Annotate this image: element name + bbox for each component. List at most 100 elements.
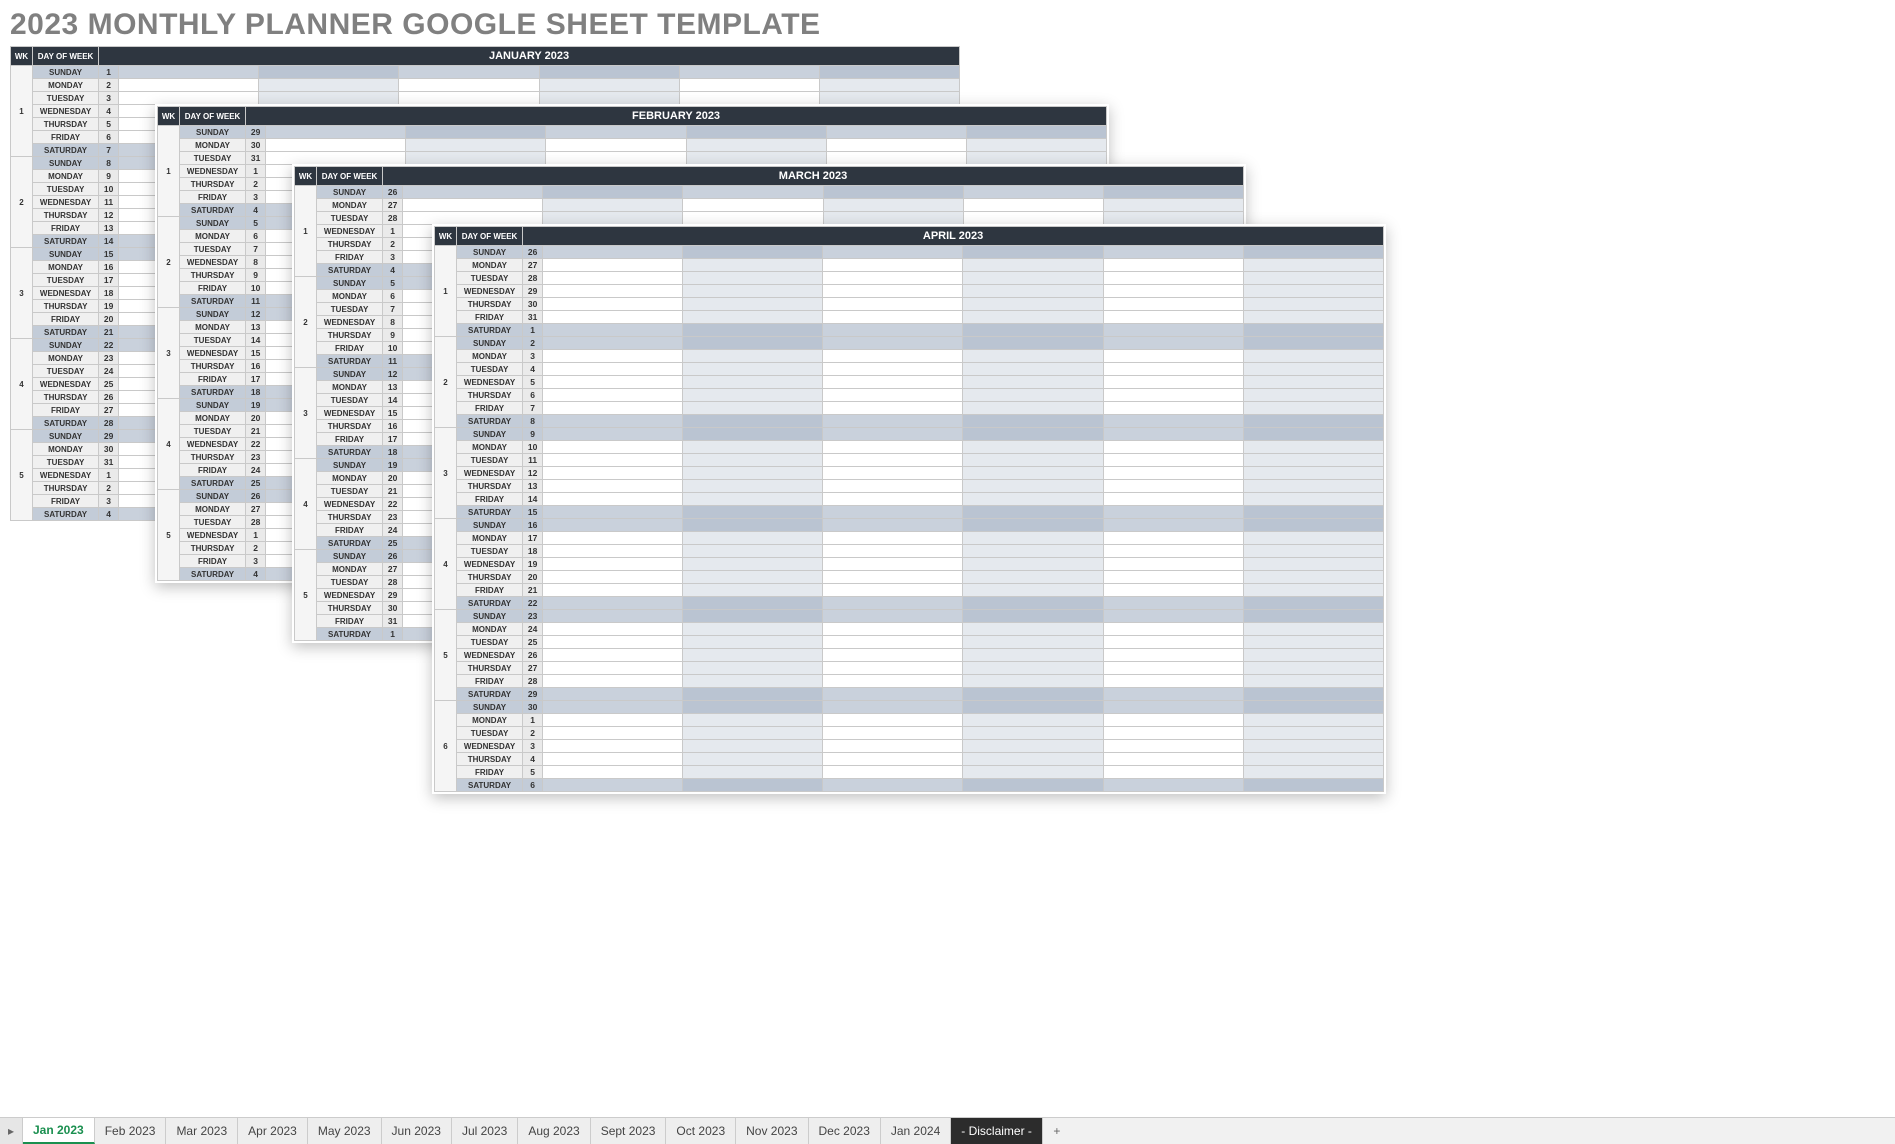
planner-cell[interactable] [963, 298, 1103, 311]
planner-cell[interactable] [1243, 428, 1383, 441]
planner-cell[interactable] [1243, 675, 1383, 688]
planner-cell[interactable] [823, 701, 963, 714]
planner-cell[interactable] [683, 662, 823, 675]
planner-cell[interactable] [543, 186, 683, 199]
planner-cell[interactable] [963, 753, 1103, 766]
planner-cell[interactable] [683, 212, 823, 225]
planner-cell[interactable] [823, 285, 963, 298]
planner-cell[interactable] [686, 152, 826, 165]
planner-cell[interactable] [683, 428, 823, 441]
planner-cell[interactable] [963, 376, 1103, 389]
planner-cell[interactable] [823, 441, 963, 454]
planner-cell[interactable] [543, 199, 683, 212]
sheet-tab[interactable]: Aug 2023 [518, 1118, 590, 1144]
planner-cell[interactable] [823, 389, 963, 402]
planner-cell[interactable] [119, 79, 259, 92]
planner-cell[interactable] [683, 701, 823, 714]
planner-cell[interactable] [963, 610, 1103, 623]
planner-cell[interactable] [543, 597, 683, 610]
planner-cell[interactable] [963, 337, 1103, 350]
planner-cell[interactable] [1103, 597, 1243, 610]
planner-cell[interactable] [963, 324, 1103, 337]
planner-cell[interactable] [683, 402, 823, 415]
planner-cell[interactable] [823, 623, 963, 636]
planner-cell[interactable] [963, 493, 1103, 506]
planner-cell[interactable] [1243, 558, 1383, 571]
planner-cell[interactable] [1243, 376, 1383, 389]
planner-cell[interactable] [826, 152, 966, 165]
planner-cell[interactable] [539, 79, 679, 92]
planner-cell[interactable] [543, 454, 683, 467]
planner-cell[interactable] [543, 402, 683, 415]
planner-cell[interactable] [679, 79, 819, 92]
planner-cell[interactable] [399, 66, 539, 79]
planner-cell[interactable] [543, 558, 683, 571]
planner-cell[interactable] [543, 714, 683, 727]
planner-cell[interactable] [683, 454, 823, 467]
planner-cell[interactable] [683, 389, 823, 402]
planner-cell[interactable] [963, 701, 1103, 714]
planner-cell[interactable] [683, 597, 823, 610]
planner-cell[interactable] [963, 727, 1103, 740]
planner-cell[interactable] [543, 337, 683, 350]
planner-cell[interactable] [259, 92, 399, 105]
planner-cell[interactable] [403, 199, 543, 212]
planner-cell[interactable] [963, 402, 1103, 415]
planner-cell[interactable] [1103, 727, 1243, 740]
planner-cell[interactable] [823, 480, 963, 493]
planner-cell[interactable] [543, 649, 683, 662]
planner-cell[interactable] [963, 212, 1103, 225]
planner-cell[interactable] [823, 714, 963, 727]
planner-cell[interactable] [1103, 766, 1243, 779]
planner-cell[interactable] [963, 649, 1103, 662]
planner-cell[interactable] [1103, 428, 1243, 441]
planner-cell[interactable] [1103, 545, 1243, 558]
planner-cell[interactable] [539, 66, 679, 79]
planner-cell[interactable] [966, 139, 1106, 152]
planner-cell[interactable] [683, 571, 823, 584]
sheet-tab[interactable]: Feb 2023 [95, 1118, 167, 1144]
planner-cell[interactable] [1243, 493, 1383, 506]
planner-cell[interactable] [1103, 337, 1243, 350]
planner-cell[interactable] [1103, 441, 1243, 454]
planner-cell[interactable] [543, 753, 683, 766]
planner-cell[interactable] [683, 480, 823, 493]
planner-cell[interactable] [683, 298, 823, 311]
planner-cell[interactable] [1243, 532, 1383, 545]
planner-cell[interactable] [963, 285, 1103, 298]
planner-cell[interactable] [683, 519, 823, 532]
sheet-tab[interactable]: Nov 2023 [736, 1118, 808, 1144]
planner-cell[interactable] [543, 584, 683, 597]
planner-cell[interactable] [543, 519, 683, 532]
planner-cell[interactable] [543, 610, 683, 623]
planner-cell[interactable] [543, 740, 683, 753]
sheet-tab[interactable]: Jan 2024 [881, 1118, 951, 1144]
planner-cell[interactable] [823, 675, 963, 688]
planner-cell[interactable] [823, 246, 963, 259]
planner-cell[interactable] [543, 727, 683, 740]
planner-cell[interactable] [1103, 675, 1243, 688]
planner-cell[interactable] [1103, 493, 1243, 506]
planner-cell[interactable] [963, 428, 1103, 441]
planner-cell[interactable] [1103, 402, 1243, 415]
planner-cell[interactable] [683, 199, 823, 212]
planner-cell[interactable] [823, 597, 963, 610]
planner-cell[interactable] [823, 337, 963, 350]
planner-cell[interactable] [543, 506, 683, 519]
planner-cell[interactable] [539, 92, 679, 105]
planner-cell[interactable] [403, 212, 543, 225]
planner-cell[interactable] [1243, 311, 1383, 324]
planner-cell[interactable] [683, 415, 823, 428]
planner-cell[interactable] [1103, 467, 1243, 480]
planner-cell[interactable] [543, 779, 683, 792]
planner-cell[interactable] [399, 79, 539, 92]
planner-cell[interactable] [823, 212, 963, 225]
planner-cell[interactable] [823, 324, 963, 337]
planner-cell[interactable] [823, 493, 963, 506]
planner-cell[interactable] [823, 199, 963, 212]
planner-cell[interactable] [819, 92, 959, 105]
planner-cell[interactable] [963, 623, 1103, 636]
planner-cell[interactable] [963, 350, 1103, 363]
planner-cell[interactable] [1243, 363, 1383, 376]
planner-cell[interactable] [546, 152, 686, 165]
